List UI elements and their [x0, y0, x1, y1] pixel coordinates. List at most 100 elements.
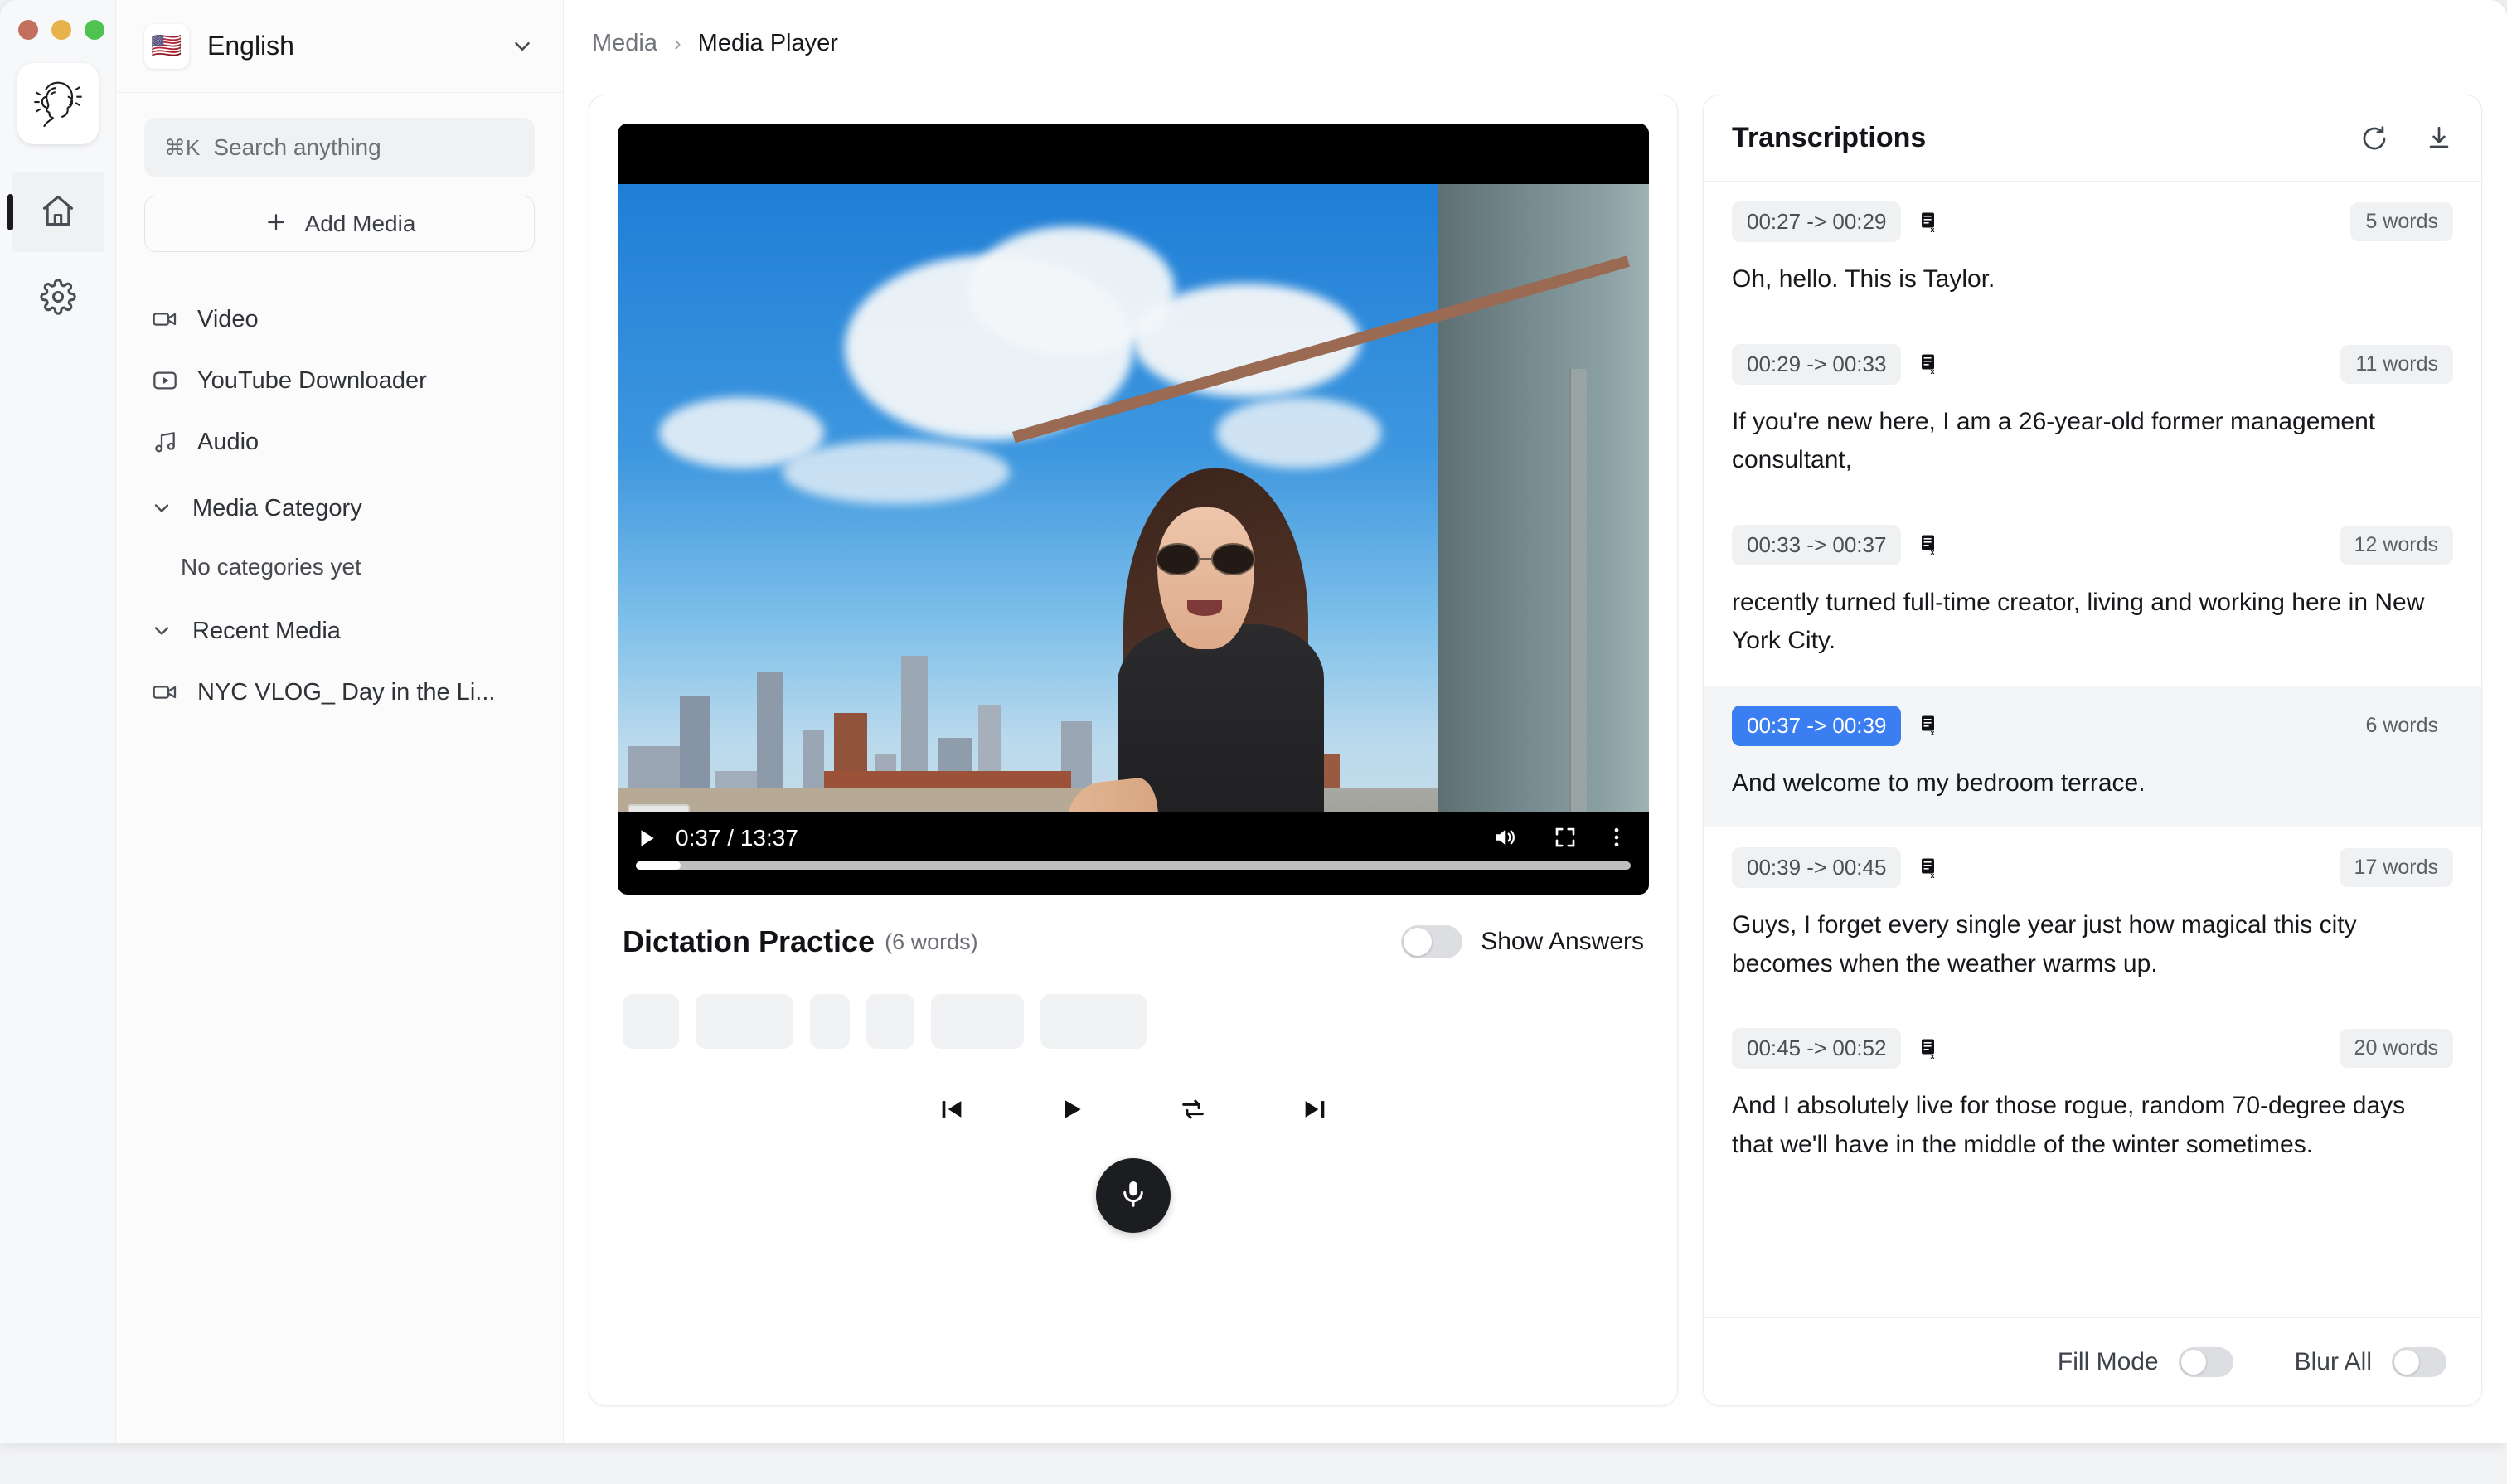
transcriptions-panel: Transcriptions 00:27 -> 00:29	[1703, 95, 2482, 1406]
dictation-blank[interactable]	[810, 994, 850, 1049]
fill-mode-label: Fill Mode	[2058, 1348, 2159, 1376]
window-traffic-lights[interactable]	[18, 20, 104, 40]
sidebar: 🇺🇸 English ⌘K Search anything Add Media	[116, 0, 564, 1443]
word-count-badge: 11 words	[2340, 345, 2453, 384]
add-media-label: Add Media	[305, 211, 416, 237]
word-count-badge: 6 words	[2350, 706, 2453, 745]
transcriptions-title: Transcriptions	[1732, 122, 1926, 154]
dictation-blank[interactable]	[696, 994, 793, 1049]
more-vertical-icon[interactable]	[1612, 825, 1621, 850]
show-answers-toggle[interactable]	[1401, 925, 1462, 958]
recent-media-label: Recent Media	[192, 618, 341, 645]
fullscreen-icon[interactable]	[1553, 825, 1578, 850]
media-player-card: 0:37 / 13:37	[589, 95, 1678, 1406]
sidebar-item-video[interactable]: Video	[144, 289, 535, 350]
refresh-icon[interactable]	[2360, 124, 2388, 153]
search-input[interactable]: ⌘K Search anything	[144, 118, 535, 177]
app-window: 🇺🇸 English ⌘K Search anything Add Media	[0, 0, 2507, 1443]
media-category-group[interactable]: Media Category	[144, 478, 535, 539]
transcription-text: Guys, I forget every single year just ho…	[1732, 906, 2445, 983]
transcription-row[interactable]: 00:33 -> 00:37 x 12 words recently turne…	[1704, 505, 2481, 686]
volume-icon[interactable]	[1490, 825, 1518, 850]
sidebar-item-settings[interactable]	[12, 259, 104, 338]
timestamp-badge[interactable]: 00:39 -> 00:45	[1732, 847, 1901, 888]
gear-icon	[40, 279, 76, 319]
recent-media-group[interactable]: Recent Media	[144, 600, 535, 662]
dictation-blanks	[618, 994, 1649, 1049]
search-placeholder: Search anything	[213, 134, 381, 161]
video-frame	[618, 184, 1649, 895]
transcript-document-icon[interactable]: x	[1919, 353, 1939, 375]
transcript-document-icon[interactable]: x	[1919, 211, 1939, 233]
timestamp-badge[interactable]: 00:27 -> 00:29	[1732, 201, 1901, 242]
transcription-row[interactable]: 00:45 -> 00:52 x 20 words And I absolute…	[1704, 1008, 2481, 1189]
home-icon	[40, 192, 76, 233]
blur-all-toggle[interactable]	[2392, 1347, 2446, 1377]
transcription-text: recently turned full-time creator, livin…	[1732, 584, 2445, 661]
content-area: 0:37 / 13:37	[564, 86, 2507, 1443]
transcription-text: And I absolutely live for those rogue, r…	[1732, 1087, 2445, 1164]
sidebar-item-home[interactable]	[12, 172, 104, 252]
sidebar-item-audio[interactable]: Audio	[144, 411, 535, 473]
person-face	[1157, 507, 1254, 649]
media-category-label: Media Category	[192, 495, 362, 522]
record-button[interactable]	[1096, 1158, 1171, 1233]
transcript-document-icon[interactable]: x	[1919, 715, 1939, 736]
transcription-row-active[interactable]: 00:37 -> 00:39 x 6 words And welcome to …	[1704, 686, 2481, 828]
svg-text:x: x	[1931, 871, 1935, 879]
main-content: Media › Media Player	[564, 0, 2507, 1443]
skip-back-icon[interactable]	[938, 1095, 966, 1123]
maximize-window-button[interactable]	[85, 20, 104, 40]
transcript-document-icon[interactable]: x	[1919, 534, 1939, 555]
svg-text:x: x	[1931, 1052, 1935, 1060]
close-window-button[interactable]	[18, 20, 38, 40]
breadcrumb-current[interactable]: Media Player	[698, 30, 838, 57]
add-media-button[interactable]: Add Media	[144, 196, 535, 252]
dictation-title: Dictation Practice	[623, 924, 875, 959]
transcript-document-icon[interactable]: x	[1919, 857, 1939, 879]
video-time-display: 0:37 / 13:37	[676, 825, 798, 851]
skip-forward-icon[interactable]	[1301, 1095, 1329, 1123]
transcript-document-icon[interactable]: x	[1919, 1038, 1939, 1060]
timestamp-badge[interactable]: 00:29 -> 00:33	[1732, 344, 1901, 385]
timestamp-badge[interactable]: 00:37 -> 00:39	[1732, 706, 1901, 746]
chevron-down-icon	[510, 34, 535, 59]
download-icon[interactable]	[2425, 124, 2453, 153]
chevron-down-icon	[148, 497, 176, 520]
minimize-window-button[interactable]	[51, 20, 71, 40]
video-play-button[interactable]	[636, 826, 657, 851]
dictation-blank[interactable]	[623, 994, 679, 1049]
dictation-blank[interactable]	[931, 994, 1024, 1049]
language-selector[interactable]: 🇺🇸 English	[116, 0, 563, 93]
video-progress-bar[interactable]	[636, 861, 1631, 870]
transcription-row[interactable]: 00:27 -> 00:29 x 5 words Oh, hello. This…	[1704, 182, 2481, 324]
recent-media-item[interactable]: NYC VLOG_ Day in the Li...	[144, 662, 535, 723]
sidebar-item-youtube-downloader[interactable]: YouTube Downloader	[144, 350, 535, 411]
brand-logo	[17, 63, 99, 144]
play-icon[interactable]	[1059, 1095, 1085, 1123]
chevron-down-icon	[148, 619, 176, 643]
timestamp-badge[interactable]: 00:33 -> 00:37	[1732, 525, 1901, 565]
dictation-blank[interactable]	[1040, 994, 1147, 1049]
transcription-text: If you're new here, I am a 26-year-old f…	[1732, 403, 2445, 480]
breadcrumb-parent[interactable]: Media	[592, 30, 657, 57]
word-count-badge: 5 words	[2350, 202, 2453, 241]
microphone-icon	[1118, 1178, 1149, 1214]
transcription-row[interactable]: 00:39 -> 00:45 x 17 words Guys, I forget…	[1704, 827, 2481, 1008]
cloud	[1216, 397, 1381, 468]
dictation-blank[interactable]	[866, 994, 914, 1049]
language-label: English	[207, 31, 492, 61]
repeat-icon[interactable]	[1178, 1095, 1208, 1123]
video-camera-icon	[151, 679, 179, 706]
video-player[interactable]: 0:37 / 13:37	[618, 124, 1649, 895]
search-shortcut-label: ⌘K	[164, 135, 200, 161]
recent-media-item-label: NYC VLOG_ Day in the Li...	[197, 679, 495, 706]
sidebar-item-audio-label: Audio	[197, 429, 259, 456]
transcription-row[interactable]: 00:29 -> 00:33 x 11 words If you're new …	[1704, 324, 2481, 505]
svg-text:x: x	[1931, 367, 1935, 375]
fill-mode-toggle[interactable]	[2179, 1347, 2233, 1377]
transcription-text: Oh, hello. This is Taylor.	[1732, 260, 2445, 299]
dictation-word-count: (6 words)	[885, 929, 978, 955]
timestamp-badge[interactable]: 00:45 -> 00:52	[1732, 1028, 1901, 1069]
transcriptions-list[interactable]: 00:27 -> 00:29 x 5 words Oh, hello. This…	[1704, 182, 2481, 1317]
